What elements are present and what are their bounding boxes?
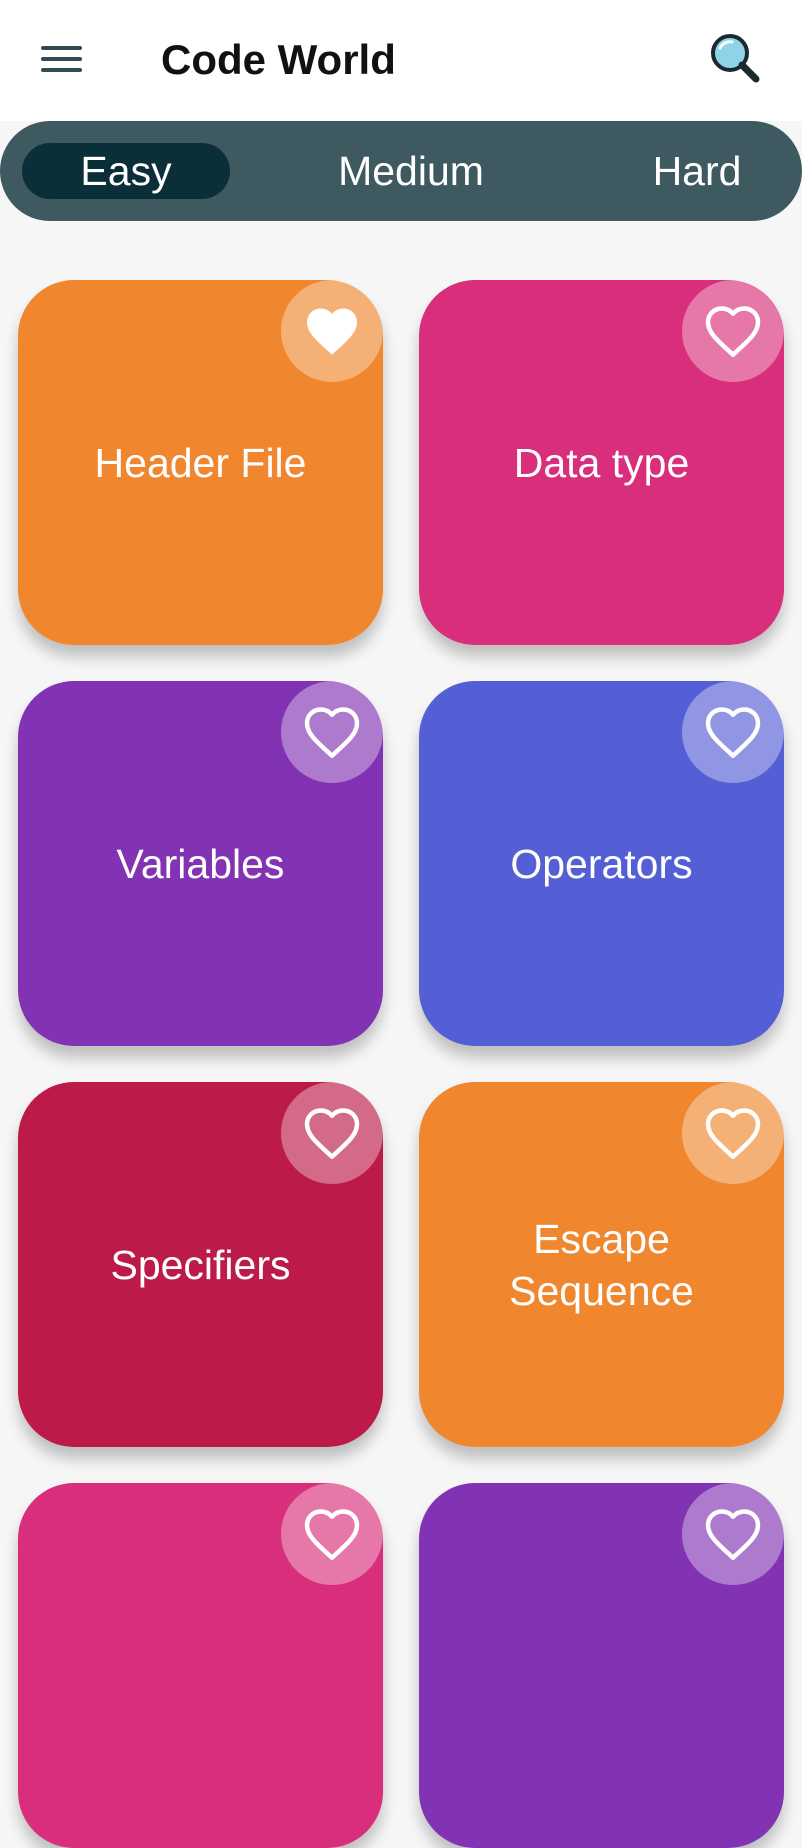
favorite-button[interactable] — [682, 1483, 784, 1585]
heart-outline-icon — [304, 1509, 360, 1560]
topic-card-specifiers[interactable]: Specifiers — [18, 1082, 383, 1447]
heart-outline-icon — [304, 707, 360, 758]
card-title: Operators — [510, 840, 693, 887]
card-title: Header File — [94, 439, 307, 486]
heart-outline-icon — [705, 1108, 761, 1159]
heart-filled-icon — [307, 308, 357, 355]
topic-card-variables[interactable]: Variables — [18, 681, 383, 1046]
heart-outline-icon — [705, 306, 761, 357]
heart-outline-icon — [705, 707, 761, 758]
topic-card-data-type[interactable]: Data type — [419, 280, 784, 645]
favorite-button[interactable] — [281, 280, 383, 382]
card-title: Data type — [513, 439, 690, 486]
topic-card[interactable] — [419, 1483, 784, 1848]
favorite-button[interactable] — [682, 1082, 784, 1184]
topic-card-escape-sequence[interactable]: Escape Sequence — [419, 1082, 784, 1447]
topic-card[interactable] — [18, 1483, 383, 1848]
favorite-button[interactable] — [281, 1082, 383, 1184]
topic-card-operators[interactable]: Operators — [419, 681, 784, 1046]
favorite-button[interactable] — [682, 681, 784, 783]
heart-outline-icon — [304, 1108, 360, 1159]
topic-card-header-file[interactable]: Header File — [18, 280, 383, 645]
heart-outline-icon — [705, 1509, 761, 1560]
card-title: Escape Sequence — [509, 1215, 694, 1314]
favorite-button[interactable] — [281, 681, 383, 783]
card-title: Variables — [116, 840, 285, 887]
card-title: Specifiers — [110, 1241, 291, 1288]
topic-grid: Header File Data type Variables Operator… — [0, 0, 802, 1848]
favorite-button[interactable] — [281, 1483, 383, 1585]
favorite-button[interactable] — [682, 280, 784, 382]
